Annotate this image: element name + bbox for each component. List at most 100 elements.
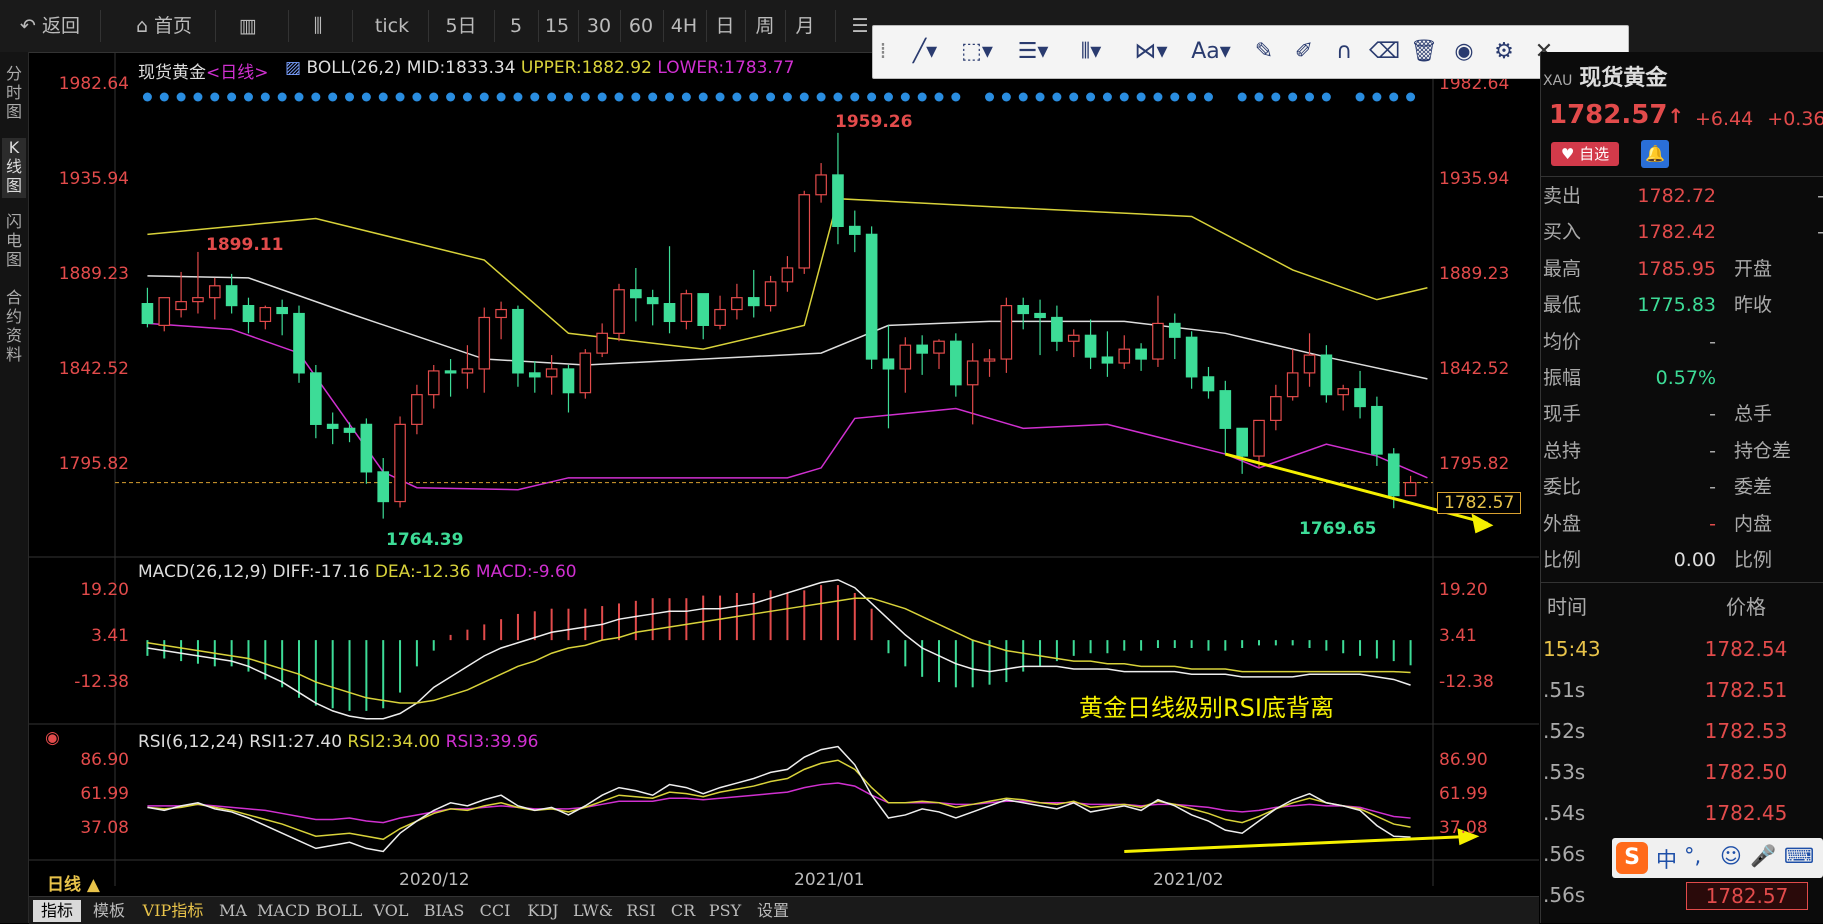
indicator-tab-vip指标[interactable]: VIP指标 <box>137 900 209 922</box>
quote-key: 现手 <box>1543 403 1582 426</box>
period-day[interactable]: 日 <box>711 14 739 38</box>
macd-tick-right: 19.20 <box>1439 580 1488 600</box>
period-5[interactable]: 5 <box>502 14 530 38</box>
candle <box>596 332 608 354</box>
line-tool-icon[interactable]: ╱▾ <box>903 38 947 66</box>
candle <box>1337 388 1350 396</box>
signal-dot <box>547 92 557 102</box>
tick-time: .56s <box>1543 842 1586 866</box>
kline-button[interactable]: ⫼ <box>298 14 338 38</box>
indicator-tab-boll[interactable]: BOLL <box>315 900 363 922</box>
signal-dot <box>917 92 927 102</box>
rsi3-line <box>147 782 1411 824</box>
quote-key: 委比 <box>1543 476 1582 499</box>
tab-timeshare[interactable]: 分时图 <box>2 64 26 124</box>
indicator-tab-设置[interactable]: 设置 <box>751 900 795 922</box>
rectangle-tool-icon[interactable]: ⬚▾ <box>955 38 999 66</box>
candle <box>343 427 356 433</box>
ruler-icon[interactable]: ✎ <box>1249 38 1279 66</box>
pen-icon[interactable]: ✐ <box>1289 38 1319 66</box>
indicator-tab-macd[interactable]: MACD <box>257 900 310 922</box>
candle <box>1404 482 1417 497</box>
mic-icon[interactable]: 🎤 <box>1750 844 1776 869</box>
candle <box>192 297 204 303</box>
indicator-tab-psy[interactable]: PSY <box>705 900 745 922</box>
indicator-tab-指标[interactable]: 指标 <box>33 900 81 922</box>
candle <box>141 303 154 325</box>
tab-kline[interactable]: K线图 <box>2 138 26 198</box>
bar-chart-button[interactable]: ▥ <box>228 14 268 38</box>
indicator-tab-cci[interactable]: CCI <box>475 900 515 922</box>
signal-dot <box>328 92 338 102</box>
trash-icon[interactable]: 🗑 <box>1409 38 1439 66</box>
favorite-button[interactable]: ♥ 自选 <box>1551 142 1619 166</box>
indicator-tab-lw&[interactable]: LW& <box>571 900 615 922</box>
ticks-time-header: 时间 <box>1547 595 1587 619</box>
indicator-tab-vol[interactable]: VOL <box>369 900 413 922</box>
signal-dot <box>900 92 910 102</box>
boll-label: BOLL(26,2) <box>306 58 402 78</box>
signal-dot <box>1001 92 1011 102</box>
candle <box>1303 354 1316 374</box>
drag-handle-icon[interactable]: ⁞ <box>877 38 889 66</box>
price-tick-right: 1795.82 <box>1439 454 1510 474</box>
period-5day[interactable]: 5日 <box>436 14 486 38</box>
indicator-tab-cr[interactable]: CR <box>667 900 699 922</box>
candle <box>1168 322 1181 338</box>
eye-icon[interactable]: ◉ <box>1449 38 1479 66</box>
pattern-tool-icon[interactable]: ⋈▾ <box>1129 38 1173 66</box>
signal-dot <box>1254 92 1264 102</box>
tab-contract-info[interactable]: 合约资料 <box>2 288 26 368</box>
rsi-label: RSI(6,12,24) <box>138 732 244 752</box>
period-week[interactable]: 周 <box>750 14 780 38</box>
signal-dot <box>833 92 843 102</box>
back-button[interactable]: ↶ 返回 <box>10 14 90 38</box>
period-15[interactable]: 15 <box>543 14 571 38</box>
signal-dot <box>665 92 675 102</box>
quote-row: 比例 0.00 比例 <box>1541 542 1823 578</box>
bell-icon[interactable]: 🔔 <box>1641 140 1669 168</box>
signal-dot <box>715 92 725 102</box>
period-60[interactable]: 60 <box>625 14 657 38</box>
ticks-price-header: 价格 <box>1726 595 1766 619</box>
punct-icon[interactable]: °, <box>1684 844 1701 868</box>
magnet-icon[interactable]: ∩ <box>1329 38 1359 66</box>
ime-toolbar[interactable]: S 中 °, ☺ 🎤 ⌨ <box>1612 838 1823 878</box>
tab-flash[interactable]: 闪电图 <box>2 212 26 272</box>
period-30[interactable]: 30 <box>583 14 615 38</box>
signal-dot <box>1305 92 1315 102</box>
candle <box>1270 396 1282 422</box>
signal-dot <box>1119 92 1129 102</box>
emoji-icon[interactable]: ☺ <box>1720 844 1742 868</box>
fibonacci-tool-icon[interactable]: ☰▾ <box>1011 38 1055 66</box>
home-button[interactable]: ⌂ 首页 <box>124 14 204 38</box>
quote-row: 均价 - <box>1541 324 1823 360</box>
instrument-header: XAU 现货黄金 <box>1543 60 1667 92</box>
tick-button[interactable]: tick <box>362 14 422 38</box>
parallel-tool-icon[interactable]: ⦀▾ <box>1069 38 1113 66</box>
ime-lang[interactable]: 中 <box>1656 844 1677 874</box>
candle <box>680 293 693 323</box>
signal-dot <box>631 92 641 102</box>
candle <box>781 267 794 283</box>
eraser-icon[interactable]: ⌫ <box>1369 38 1400 66</box>
keyboard-icon[interactable]: ⌨ <box>1784 844 1814 868</box>
record-icon[interactable]: ◉ <box>45 728 60 748</box>
period-4h[interactable]: 4H <box>668 14 700 38</box>
tick-time: .52s <box>1543 719 1586 743</box>
period-month[interactable]: 月 <box>790 14 820 38</box>
indicator-tab-模板[interactable]: 模板 <box>87 900 131 922</box>
tick-time: .56s <box>1543 883 1586 907</box>
indicator-tab-rsi[interactable]: RSI <box>621 900 661 922</box>
signal-dot <box>681 92 691 102</box>
indicator-tab-bias[interactable]: BIAS <box>419 900 469 922</box>
kline-chart[interactable]: 现货黄金<日线> ▨ BOLL(26,2) MID:1833.34 UPPER:… <box>29 52 1539 895</box>
indicator-tab-ma[interactable]: MA <box>215 900 251 922</box>
indicator-tab-kdj[interactable]: KDJ <box>521 900 565 922</box>
list-icon[interactable]: ☰ <box>845 14 875 38</box>
candle <box>1118 348 1131 364</box>
period-badge[interactable]: 日线 ▲ <box>47 870 100 895</box>
gear-icon[interactable]: ⚙ <box>1489 38 1519 66</box>
signal-dot <box>361 92 371 102</box>
text-tool-icon[interactable]: Aa▾ <box>1189 38 1233 66</box>
